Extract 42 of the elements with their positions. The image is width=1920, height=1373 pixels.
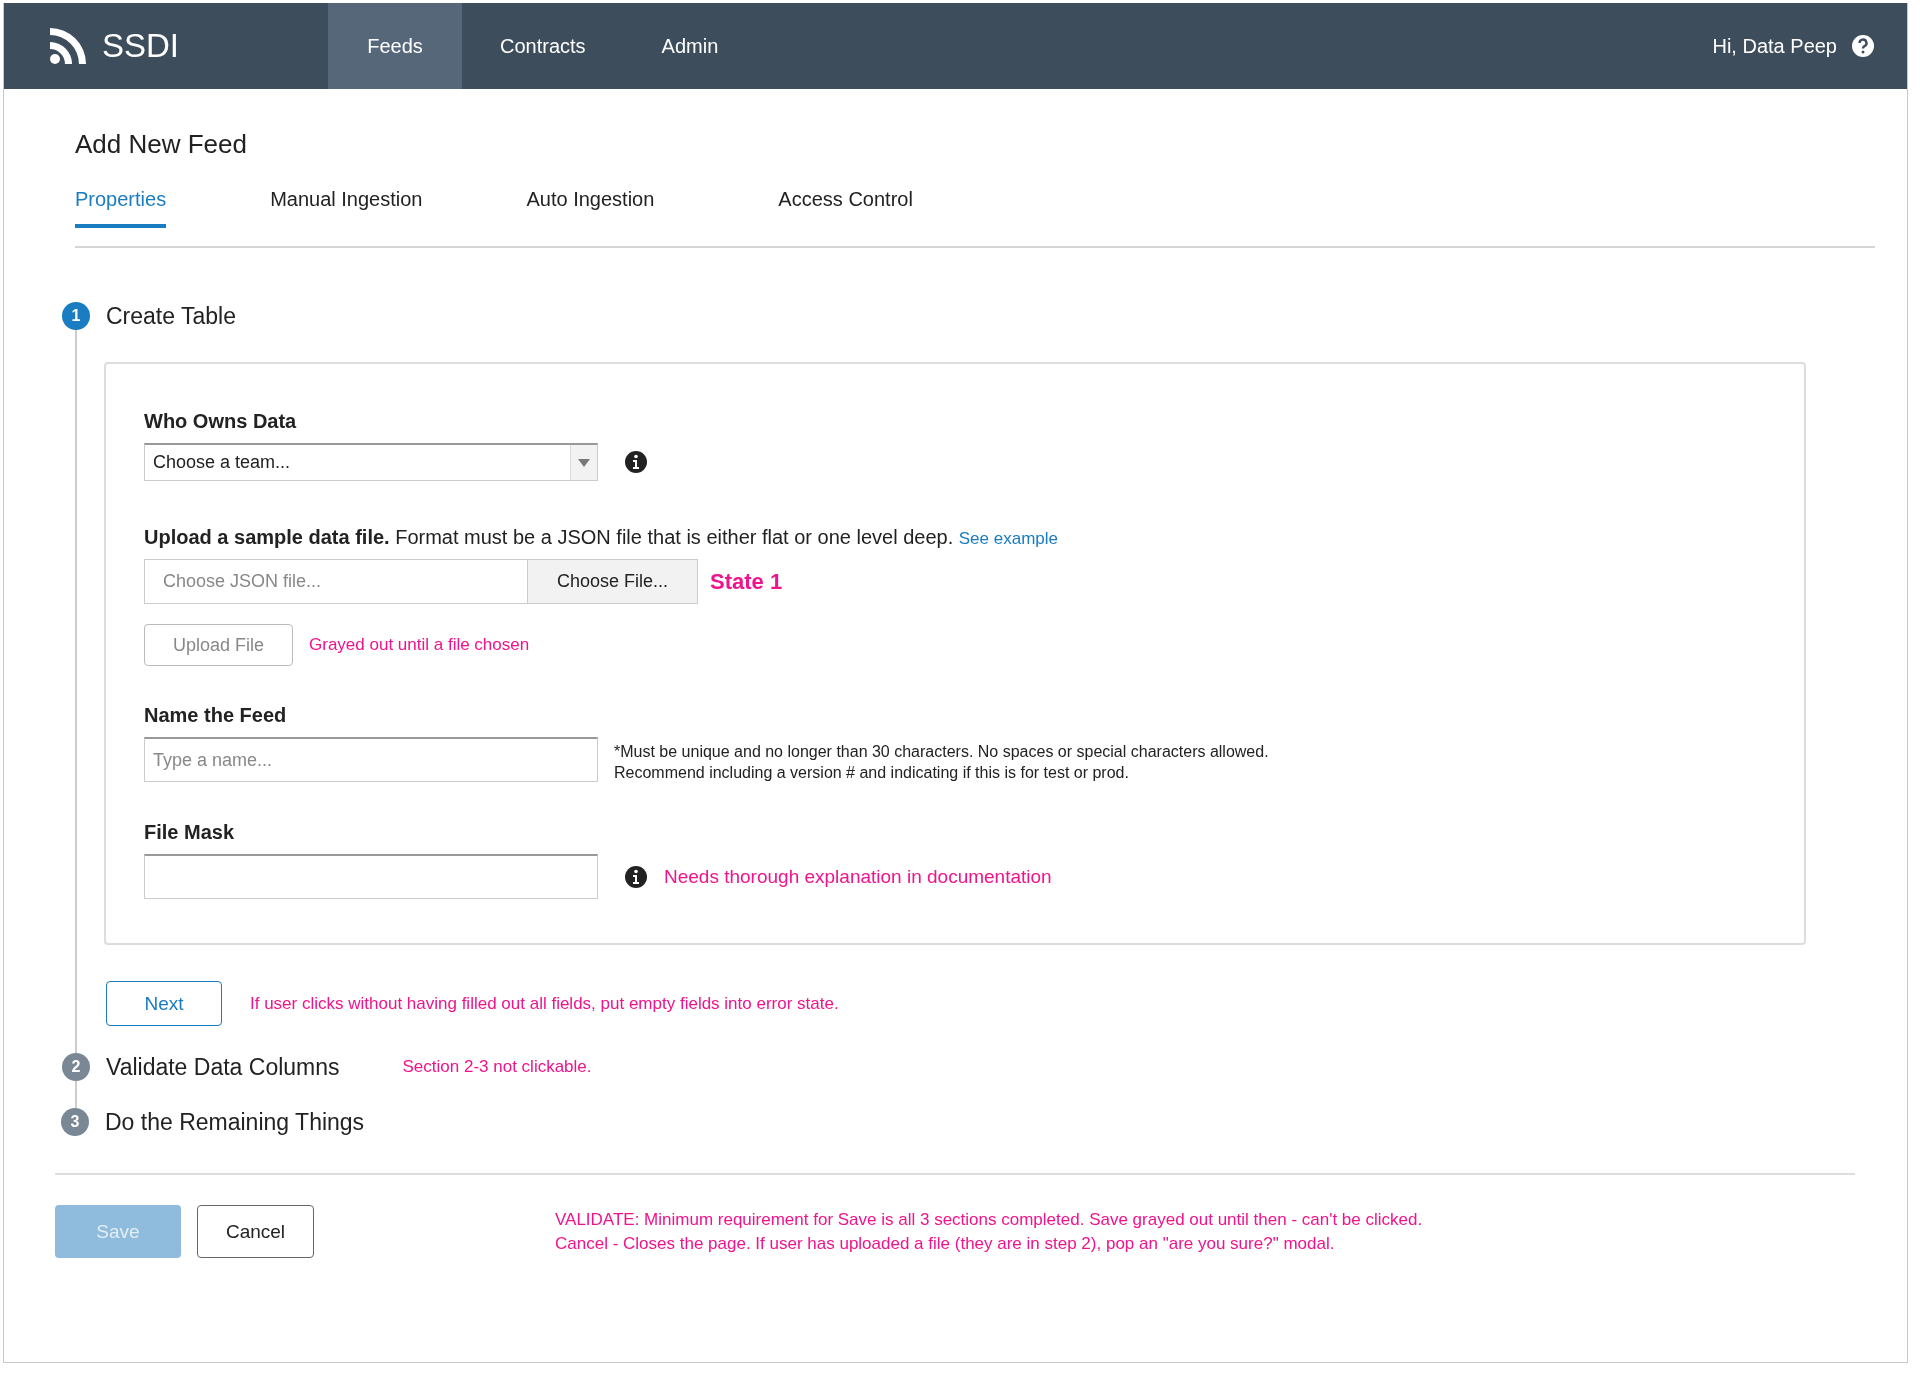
step-title: Do the Remaining Things (105, 1108, 365, 1136)
nav-item[interactable]: Contracts (462, 3, 624, 89)
file-path-field[interactable]: Choose JSON file... (144, 559, 528, 604)
rss-icon (48, 26, 88, 66)
field-label: Who Owns Data (144, 410, 298, 433)
info-icon (624, 450, 648, 474)
user-greeting[interactable]: Hi, Data Peep (1712, 34, 1837, 58)
field-label: File Mask (144, 821, 236, 844)
hint-text: *Must be unique and no longer than 30 characters. No spaces or special characters allowed. (614, 742, 1269, 762)
nav-item[interactable]: Admin (623, 3, 757, 89)
feed-name-field[interactable]: Type a name... (144, 737, 598, 782)
caret-icon (578, 458, 590, 467)
info-icon (624, 864, 648, 889)
step-number: 3 (61, 1108, 89, 1136)
tab[interactable]: Auto Ingestion (526, 188, 655, 224)
tab[interactable]: Access Control (778, 188, 913, 224)
tab[interactable]: Manual Ingestion (270, 188, 423, 224)
cancel-button[interactable]: Cancel (197, 1205, 314, 1258)
nav-item[interactable]: Feeds (328, 3, 462, 89)
choose-file-button[interactable]: Choose File... (528, 559, 698, 604)
tab[interactable]: Properties (75, 188, 167, 228)
annotation-note: If user clicks without having filled out all fields, put empty fields into error state. (250, 993, 839, 1014)
next-button[interactable]: Next (106, 981, 222, 1026)
app-logo-text: SSDI (102, 27, 180, 65)
file-mask-field[interactable] (144, 854, 598, 899)
step-number: 2 (62, 1053, 90, 1081)
team-dropdown[interactable]: Choose a team... (144, 443, 598, 481)
annotation-note: Needs thorough explanation in documentation (664, 865, 1052, 888)
annotation-note: Cancel - Closes the page. If user has uploaded a file (they are in step 2), pop an "are you sure?" modal. (555, 1232, 1336, 1255)
upload-instructions: Upload a sample data file. Format must be a JSON file that is either flat or one level deep. See example (144, 526, 1059, 549)
annotation-note: VALIDATE: Minimum requirement for Save is all 3 sections completed. Save grayed out until then - can't be clicked. (555, 1208, 1423, 1231)
state-label: State 1 (710, 568, 783, 595)
step-title: Validate Data Columns (106, 1053, 340, 1081)
annotation-note: Section 2-3 not clickable. (402, 1057, 592, 1077)
step-title: Create Table (106, 302, 236, 330)
field-label: Name the Feed (144, 704, 288, 727)
annotation-note: Grayed out until a file chosen (309, 635, 530, 655)
hint-text: Recommend including a version # and indicating if this is for test or prod. (614, 763, 1130, 783)
step-number: 1 (62, 302, 90, 330)
see-example-link[interactable]: See example (958, 529, 1058, 548)
page-title: Add New Feed (75, 129, 248, 160)
help-icon[interactable] (1851, 34, 1875, 58)
